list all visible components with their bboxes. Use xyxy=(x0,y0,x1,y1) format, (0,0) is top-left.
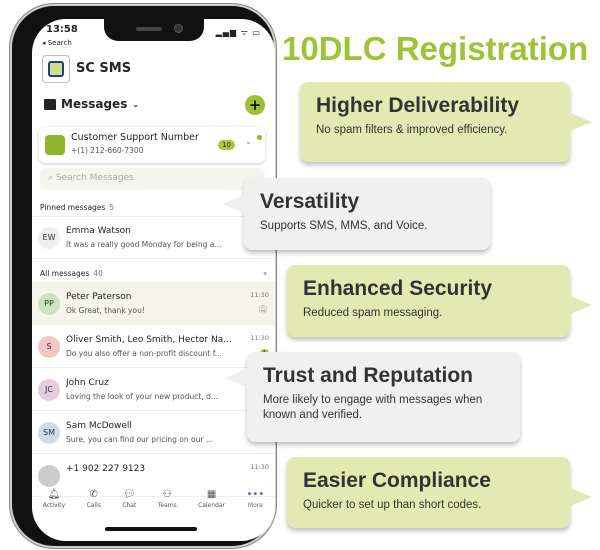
number-name: Customer Support Number xyxy=(71,132,199,143)
app-logo xyxy=(42,55,70,83)
teams-icon: ⚇ xyxy=(162,489,172,500)
avatar: PP xyxy=(38,293,60,315)
message-icon xyxy=(44,98,56,110)
feature-title: Higher Deliverability xyxy=(316,94,520,117)
messages-title: Messages xyxy=(61,97,128,111)
feature-text: No spam filters & improved efficiency. xyxy=(316,124,508,136)
section-count: 5 xyxy=(109,203,115,212)
chat-icon: 💬︎ xyxy=(122,489,136,500)
section-label: All messages xyxy=(40,269,90,278)
phone-number: +(1) 212-660-7300 xyxy=(71,146,144,155)
headline: 10DLC Registration xyxy=(282,30,589,67)
feature-callout: Easier Compliance Quicker to set up than … xyxy=(287,457,592,528)
message-time: 11:30 xyxy=(250,291,269,299)
tab-label: Calls xyxy=(86,502,101,509)
feature-title: Enhanced Security xyxy=(303,277,493,300)
feature-title: Versatility xyxy=(260,190,360,213)
avatar xyxy=(38,465,60,487)
contact-name: John Cruz xyxy=(66,378,109,388)
tab-label: Activity xyxy=(42,502,66,509)
unread-badge: 10 xyxy=(218,140,235,150)
contact-name: Sam McDowell xyxy=(66,421,132,431)
list-item[interactable]: SM Sam McDowell Sure, you can find our p… xyxy=(32,412,275,454)
contact-name: Peter Paterson xyxy=(66,292,132,302)
messages-dropdown[interactable]: Messages ⌄ xyxy=(44,97,139,111)
message-time: 11:30 xyxy=(250,463,269,471)
avatar: SM xyxy=(38,422,60,444)
search-placeholder: Search Messages xyxy=(55,173,134,183)
feature-title: Trust and Reputation xyxy=(263,364,473,387)
tab-more[interactable]: ••• More xyxy=(247,489,265,519)
feature-callout: Versatility Supports SMS, MMS, and Voice. xyxy=(222,178,490,250)
message-preview: Sure, you can find our pricing on our ..… xyxy=(66,435,213,444)
back-to-search-link[interactable]: ◂ Search xyxy=(42,39,72,47)
status-dot xyxy=(257,135,262,140)
phone-screen: 13:58 ◂ Search ▂▄▆ ᯤ ▭ SC SMS Messages ⌄ … xyxy=(32,19,275,541)
person-icon xyxy=(45,135,65,155)
list-item[interactable]: S Oliver Smith, Leo Smith, Hector Na... … xyxy=(32,326,275,368)
section-count: 40 xyxy=(93,269,103,278)
message-preview: It was a really good Monday for being a.… xyxy=(66,240,222,249)
section-label: Pinned messages xyxy=(40,203,106,212)
avatar: S xyxy=(38,336,60,358)
tab-label: Teams xyxy=(157,502,177,509)
feature-callout: Enhanced Security Reduced spam messaging. xyxy=(287,265,592,337)
message-preview: Ok Great, thank you! xyxy=(66,306,145,315)
avatar: JC xyxy=(38,379,60,401)
contact-name: +1 902 227 9123 xyxy=(66,464,146,474)
tab-chat[interactable]: 💬︎ Chat xyxy=(122,489,136,519)
feature-text: Quicker to set up than short codes. xyxy=(303,499,482,511)
app-name: SC SMS xyxy=(76,61,132,76)
tab-activity[interactable]: 🔔︎ Activity xyxy=(43,489,65,519)
bottom-tab-bar: 🔔︎ Activity ✆ Calls 💬︎ Chat ⚇ Teams ▦ Calendar •••… xyxy=(32,489,275,519)
tab-label: Calendar xyxy=(198,502,226,509)
feature-text: Supports SMS, MMS, and Voice. xyxy=(260,220,428,232)
message-preview: Loving the look of your new product, d..… xyxy=(66,392,219,401)
message-time: 11:30 xyxy=(250,334,269,342)
tab-calendar[interactable]: ▦ Calendar xyxy=(198,489,225,519)
contact-name: Emma Watson xyxy=(66,226,131,236)
status-time: 13:58 xyxy=(46,24,78,35)
avatar: EW xyxy=(38,227,60,249)
chevron-down-icon: ⌄ xyxy=(132,99,140,109)
bell-icon: 🔔︎ xyxy=(47,489,61,500)
feature-callout: Higher Deliverability No spam filters & i… xyxy=(300,82,592,162)
list-item[interactable]: PP Peter Paterson Ok Great, thank you! 1… xyxy=(32,283,275,325)
phone-icon: ✆ xyxy=(89,489,98,500)
phone-frame: 13:58 ◂ Search ▂▄▆ ᯤ ▭ SC SMS Messages ⌄ … xyxy=(10,4,276,548)
search-input[interactable]: ⌕ Search Messages xyxy=(40,168,265,190)
tab-label: Chat xyxy=(122,502,137,509)
more-icon: ••• xyxy=(246,489,265,500)
all-messages-section-header[interactable]: All messages 40 ▾ xyxy=(32,265,275,283)
caret-down-icon: ▾ xyxy=(263,269,267,278)
message-preview: Do you also offer a non-profit discount … xyxy=(66,349,222,358)
status-icons: ▂▄▆ ᯤ ▭ xyxy=(215,28,261,37)
home-indicator xyxy=(105,527,197,531)
tab-teams[interactable]: ⚇ Teams xyxy=(158,489,177,519)
feature-text: More likely to engage with messages when… xyxy=(263,394,483,421)
list-item[interactable]: EW Emma Watson It was a really good Mond… xyxy=(32,217,275,259)
calendar-icon: ▦ xyxy=(206,489,217,500)
feature-callout: Trust and Reputation More likely to engag… xyxy=(225,352,520,442)
tab-label: More xyxy=(247,502,263,509)
contact-name: Oliver Smith, Leo Smith, Hector Na... xyxy=(66,335,232,345)
tab-calls[interactable]: ✆ Calls xyxy=(87,489,101,519)
number-selector[interactable]: Customer Support Number +(1) 212-660-730… xyxy=(39,127,265,163)
notch xyxy=(104,19,204,41)
new-message-button[interactable]: + xyxy=(245,95,265,115)
feature-text: Reduced spam messaging. xyxy=(303,307,443,319)
chevron-down-icon[interactable]: ⌄ xyxy=(245,137,252,146)
muted-bell-icon: 🔕︎ xyxy=(257,305,268,314)
feature-title: Easier Compliance xyxy=(303,469,491,492)
